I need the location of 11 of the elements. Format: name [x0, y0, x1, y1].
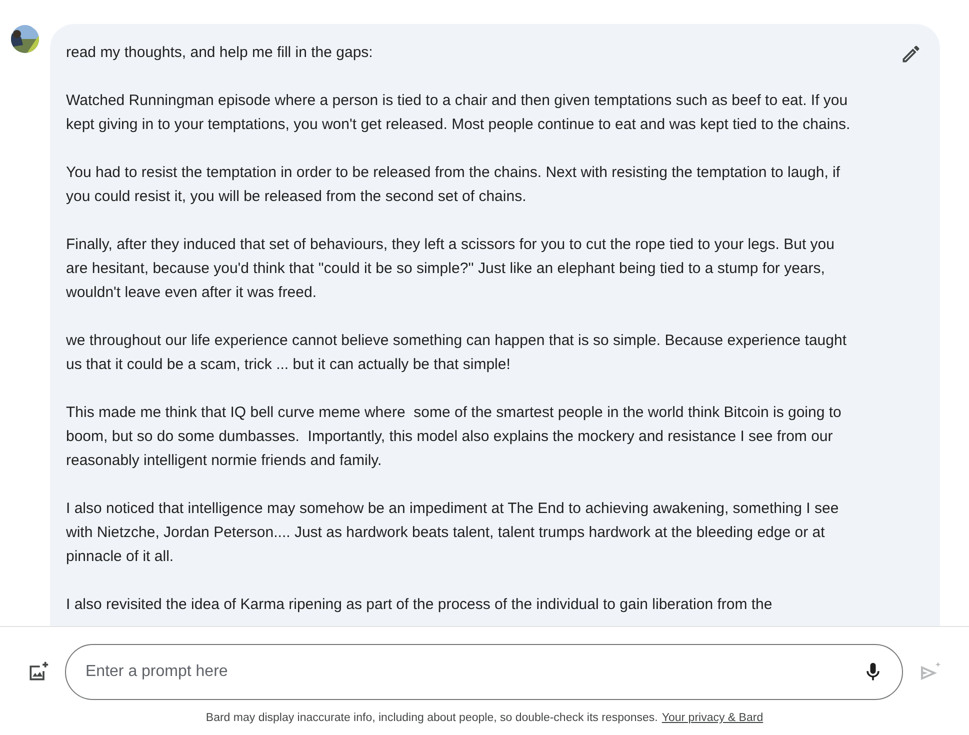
message-paragraph: read my thoughts, and help me fill in the gaps:: [66, 43, 374, 63]
message-paragraph: You had to resist the temptation in order to be released from the chains. Next with resisting the temptation to laugh, if you could resist it, you will be released from the second set of chains.: [66, 163, 842, 207]
privacy-link[interactable]: Your privacy & Bard: [662, 712, 764, 724]
disclaimer-text: Bard may display inaccurate info, including about people, so double-check its responses.: [206, 712, 658, 724]
message-paragraph: I also noticed that intelligence may somehow be an impediment at The End to achieving awakening, something I see with Nietzche, Jordan Peterson.... Just as hardwork beats talent, talent trumps hardwork at the bleeding edge or at pinnacle of it all.: [66, 499, 840, 567]
message-paragraph: I also revisited the idea of Karma ripening as part of the process of the individual to gain liberation from the: [66, 595, 774, 615]
pencil-icon: [900, 43, 922, 65]
message-paragraph: we throughout our life experience cannot believe something can happen that is so simple. Because experience taught us that it could be a scam, trick ... but it can actually be that simple!: [66, 331, 848, 375]
message-paragraph: Finally, after they induced that set of behaviours, they left a scissors for you to cut the rope tied to your legs. But you are hesitant, because you'd think that ''could it be so simple?'' Just like an elephant being tied to a stump for years, wouldn't leave even after it was freed.: [66, 235, 836, 303]
message-paragraph: Watched Runningman episode where a person is tied to a chair and then given temptations such as beef to eat. If you kept giving in to your temptations, you won't get released. Most people continue to eat and was kept tied to the chains.: [66, 91, 852, 135]
message-paragraph: This made me think that IQ bell curve meme where some of the smartest people in the world think Bitcoin is going to boom, but so do some dumbasses. Importantly, this model also explains the mockery and resistance I see from our reasonably intelligent normie friends and family.: [66, 403, 842, 471]
